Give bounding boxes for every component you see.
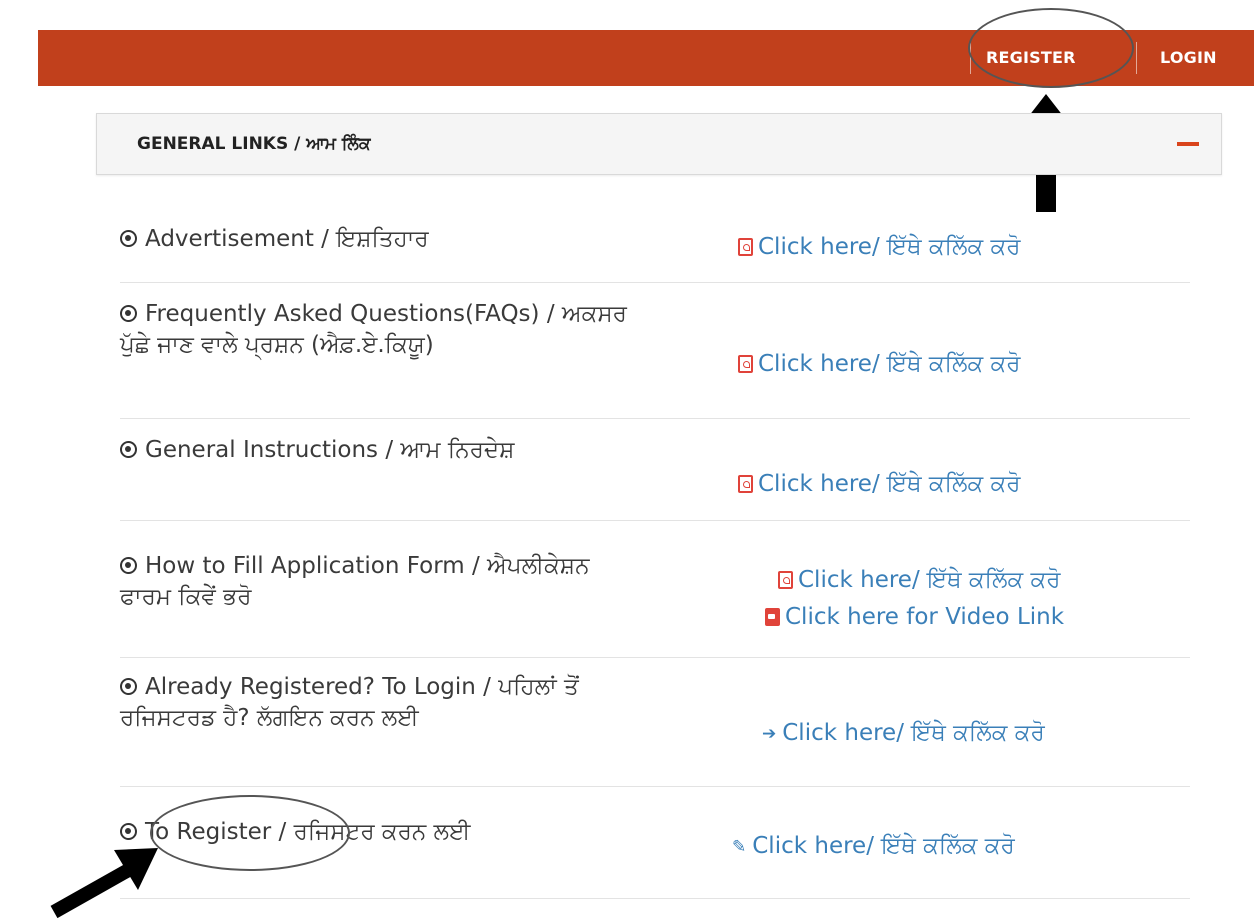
list-item: To Register / ਰਜਿਸਟਰ ਕਰਨ ਲਈ ✎ Click here/… <box>120 787 1190 899</box>
pdf-icon <box>738 475 753 493</box>
faq-link[interactable]: Click here/ ਇੱਥੇ ਕਲਿੱਕ ਕਰੋ <box>738 349 1020 380</box>
list-item: Advertisement / ਇਸ਼ਤਿਹਾਰ Click here/ ਇੱਥ… <box>120 210 1190 283</box>
login-nav-link[interactable]: LOGIN <box>1160 30 1217 86</box>
nav-separator <box>970 42 971 74</box>
application-form-link[interactable]: Click here/ ਇੱਥੇ ਕਲਿੱਕ ਕਰੋ <box>778 565 1060 596</box>
collapse-minus-icon[interactable] <box>1177 142 1199 146</box>
bullet-icon <box>120 230 137 247</box>
bullet-icon <box>120 305 137 322</box>
list-item: General Instructions / ਆਮ ਨਿਰਦੇਸ਼ Click … <box>120 419 1190 521</box>
register-link[interactable]: ✎ Click here/ ਇੱਥੇ ਕਲਿੱਕ ਕਰੋ <box>732 831 1015 863</box>
list-item-label: To Register / ਰਜਿਸਟਰ ਕਰਨ ਲਈ <box>120 817 640 848</box>
advertisement-link[interactable]: Click here/ ਇੱਥੇ ਕਲਿੱਕ ਕਰੋ <box>738 232 1020 263</box>
list-item-label: How to Fill Application Form / ਐਪਲੀਕੇਸ਼ਨ… <box>120 553 590 610</box>
list-item: How to Fill Application Form / ਐਪਲੀਕੇਸ਼ਨ… <box>120 521 1190 658</box>
general-links-panel-header[interactable]: GENERAL LINKS / ਆਮ ਲਿੰਕ <box>96 113 1222 175</box>
list-item-label: Frequently Asked Questions(FAQs) / ਅਕਸਰ … <box>120 301 627 358</box>
pdf-icon <box>778 571 793 589</box>
list-item-label: Already Registered? To Login / ਪਹਿਲਾਂ ਤੋ… <box>120 674 579 731</box>
nav-separator <box>1136 42 1137 74</box>
sign-in-icon: ➔ <box>762 724 777 744</box>
bullet-icon <box>120 678 137 695</box>
edit-icon: ✎ <box>732 837 747 857</box>
pdf-icon <box>738 355 753 373</box>
bullet-icon <box>120 557 137 574</box>
bullet-icon <box>120 441 137 458</box>
annotation-arrow-diagonal <box>50 848 158 919</box>
pdf-icon <box>738 238 753 256</box>
general-instructions-link[interactable]: Click here/ ਇੱਥੇ ਕਲਿੱਕ ਕਰੋ <box>738 469 1020 500</box>
list-item: Already Registered? To Login / ਪਹਿਲਾਂ ਤੋ… <box>120 658 1190 787</box>
video-link[interactable]: Click here for Video Link <box>765 602 1064 633</box>
top-nav-bar: REGISTER LOGIN <box>38 30 1254 86</box>
video-icon <box>765 608 780 626</box>
login-link[interactable]: ➔ Click here/ ਇੱਥੇ ਕਲਿੱਕ ਕਰੋ <box>762 718 1045 750</box>
register-nav-link[interactable]: REGISTER <box>986 30 1076 86</box>
list-item-label: General Instructions / ਆਮ ਨਿਰਦੇਸ਼ <box>120 435 640 466</box>
list-item: Frequently Asked Questions(FAQs) / ਅਕਸਰ … <box>120 283 1190 419</box>
list-item-label: Advertisement / ਇਸ਼ਤਿਹਾਰ <box>120 224 640 255</box>
panel-title: GENERAL LINKS / ਆਮ ਲਿੰਕ <box>137 134 371 154</box>
